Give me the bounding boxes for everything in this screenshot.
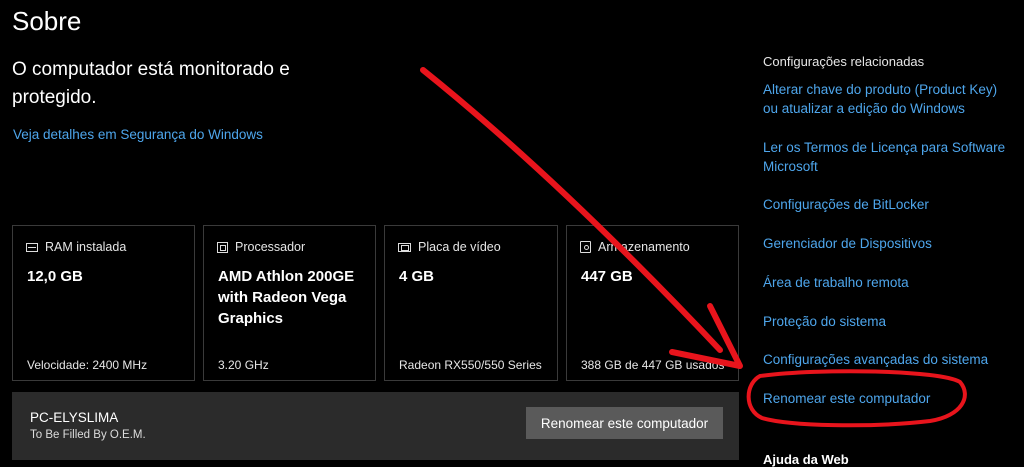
bitlocker-link[interactable]: Configurações de BitLocker [763, 195, 1013, 214]
windows-security-link[interactable]: Veja detalhes em Segurança do Windows [13, 127, 263, 142]
ram-speed: Velocidade: 2400 MHz [27, 358, 148, 372]
device-manager-link[interactable]: Gerenciador de Dispositivos [763, 234, 1013, 253]
graphics-label: Placa de vídeo [418, 240, 501, 254]
graphics-card-icon [398, 242, 411, 252]
storage-usage: 388 GB de 447 GB usados [581, 358, 725, 372]
rename-computer-link[interactable]: Renomear este computador [763, 389, 1013, 408]
product-key-link[interactable]: Alterar chave do produto (Product Key) o… [763, 80, 1013, 118]
rename-computer-button[interactable]: Renomear este computador [526, 407, 723, 439]
device-name-bar: PC-ELYSLIMA To Be Filled By O.E.M. Renom… [12, 392, 739, 460]
graphics-model: Radeon RX550/550 Series [399, 358, 542, 372]
processor-value: AMD Athlon 200GE with Radeon Vega Graphi… [218, 268, 355, 327]
system-protection-link[interactable]: Proteção do sistema [763, 312, 1013, 331]
device-manufacturer: To Be Filled By O.E.M. [30, 429, 146, 441]
device-name: PC-ELYSLIMA [30, 410, 119, 425]
license-terms-link[interactable]: Ler os Termos de Licença para Software M… [763, 138, 1013, 176]
processor-card: Processador AMD Athlon 200GE with Radeon… [203, 225, 376, 381]
storage-label: Armazenamento [598, 240, 690, 254]
graphics-value: 4 GB [399, 268, 435, 285]
ram-value: 12,0 GB [27, 268, 83, 285]
related-settings-title: Configurações relacionadas [763, 54, 925, 69]
storage-value: 447 GB [581, 268, 633, 285]
page-title: Sobre [12, 6, 82, 36]
processor-speed: 3.20 GHz [218, 358, 269, 372]
processor-icon [217, 241, 228, 253]
protection-status: O computador está monitorado e protegido… [12, 59, 290, 108]
ram-card: RAM instalada 12,0 GB Velocidade: 2400 M… [12, 225, 195, 381]
storage-card: Armazenamento 447 GB 388 GB de 447 GB us… [566, 225, 739, 381]
ram-label: RAM instalada [45, 240, 127, 254]
processor-label: Processador [235, 240, 306, 254]
memory-icon [26, 242, 38, 252]
graphics-card: Placa de vídeo 4 GB Radeon RX550/550 Ser… [384, 225, 558, 381]
storage-icon [580, 241, 591, 253]
remote-desktop-link[interactable]: Área de trabalho remota [763, 273, 1013, 292]
advanced-system-settings-link[interactable]: Configurações avançadas do sistema [763, 350, 1013, 369]
